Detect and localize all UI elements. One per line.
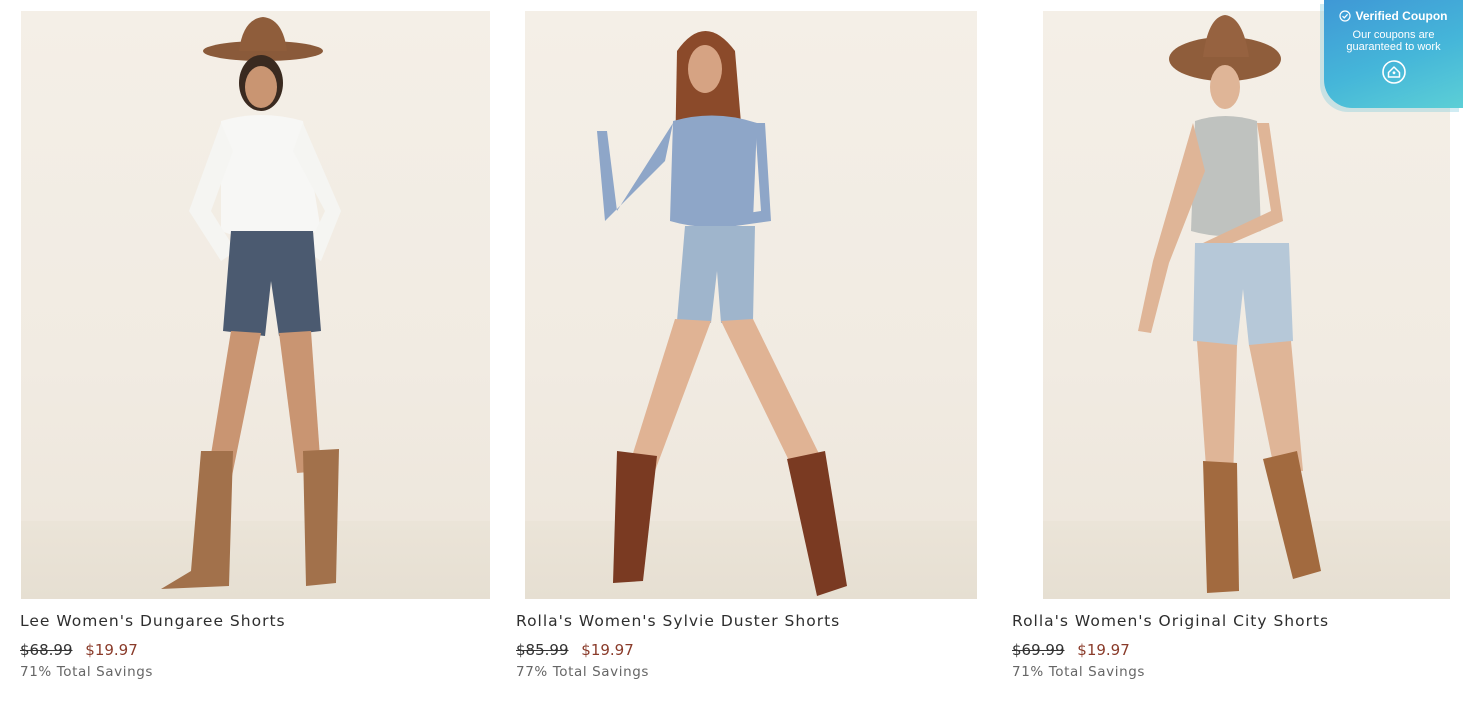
check-circle-icon	[1339, 10, 1352, 22]
product-card	[525, 11, 977, 599]
product-info: Lee Women's Dungaree Shorts $68.99 $19.9…	[20, 612, 286, 680]
product-image[interactable]	[21, 11, 490, 599]
coupon-heading-row: Verified Coupon	[1324, 9, 1463, 23]
price-row: $68.99 $19.97	[20, 641, 286, 661]
model-figure-image	[161, 17, 341, 589]
product-image[interactable]	[525, 11, 977, 599]
sale-price: $19.97	[581, 641, 634, 659]
model-figure-image	[597, 31, 847, 596]
product-grid: Lee Women's Dungaree Shorts $68.99 $19.9…	[0, 0, 1463, 720]
product-title-link[interactable]: Rolla's Women's Original City Shorts	[1012, 612, 1329, 634]
coupon-heading: Verified Coupon	[1355, 9, 1448, 23]
original-price: $68.99	[20, 641, 73, 659]
savings-label: 77% Total Savings	[516, 664, 650, 680]
coupon-message: Our coupons are guaranteed to work	[1346, 29, 1441, 53]
sale-price: $19.97	[1077, 641, 1130, 659]
product-card	[21, 11, 490, 599]
savings-label: 71% Total Savings	[1012, 664, 1146, 680]
verified-coupon-widget[interactable]: Verified Coupon Our coupons are guarante…	[1324, 0, 1463, 108]
product-info: Rolla's Women's Original City Shorts $69…	[1012, 612, 1329, 680]
price-row: $69.99 $19.97	[1012, 641, 1329, 661]
price-row: $85.99 $19.97	[516, 641, 840, 661]
sale-price: $19.97	[85, 641, 138, 659]
product-title-link[interactable]: Rolla's Women's Sylvie Duster Shorts	[516, 612, 840, 634]
product-info: Rolla's Women's Sylvie Duster Shorts $85…	[516, 612, 840, 680]
original-price: $85.99	[516, 641, 569, 659]
product-title-link[interactable]: Lee Women's Dungaree Shorts	[20, 612, 286, 634]
coupon-logo-icon	[1381, 60, 1406, 84]
original-price: $69.99	[1012, 641, 1065, 659]
savings-label: 71% Total Savings	[20, 664, 154, 680]
